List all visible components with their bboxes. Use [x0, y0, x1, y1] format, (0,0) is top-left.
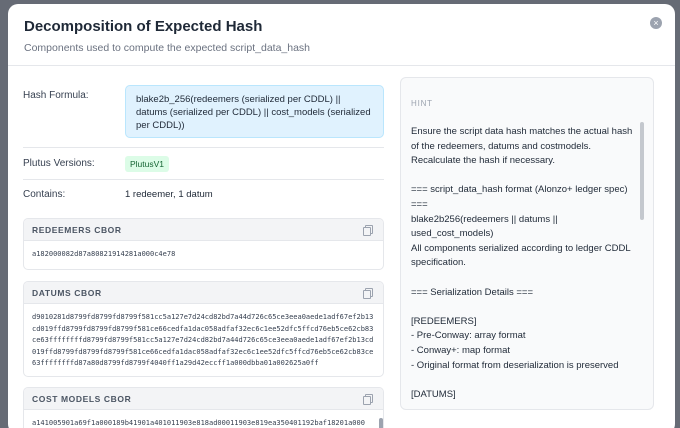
- hint-line: [REDEEMERS]: [411, 315, 477, 327]
- cost-models-cbor-title: COST MODELS CBOR: [32, 394, 132, 404]
- hint-line: [411, 169, 637, 184]
- divider: [23, 147, 384, 148]
- contains-value: 1 redeemer, 1 datum: [125, 189, 213, 200]
- cost-models-cbor-section: COST MODELS CBOR a141005901a69f1a000189b…: [23, 387, 384, 428]
- redeemers-cbor-section: REDEEMERS CBOR a182000082d87a80821914281…: [23, 218, 384, 270]
- modal-title: Decomposition of Expected Hash: [24, 18, 263, 35]
- hint-line: - Pre-Conway: array format: [411, 330, 526, 342]
- hint-body: Ensure the script data hash matches the …: [411, 125, 637, 402]
- hash-formula-value: blake2b_256(redeemers (serialized per CD…: [125, 85, 384, 138]
- hint-line: === script_data_hash format (Alonzo+ led…: [411, 184, 628, 210]
- hint-title: HINT: [411, 99, 433, 108]
- hash-formula-label: Hash Formula:: [23, 90, 89, 101]
- modal-subtitle: Components used to compute the expected …: [24, 42, 311, 54]
- datums-cbor-title: DATUMS CBOR: [32, 288, 102, 298]
- copy-icon[interactable]: [363, 225, 373, 236]
- hint-scrollbar[interactable]: [640, 122, 644, 220]
- section-header: DATUMS CBOR: [24, 282, 383, 304]
- hint-line: [411, 373, 637, 388]
- copy-icon[interactable]: [363, 288, 373, 299]
- hint-line: === Serialization Details ===: [411, 286, 533, 298]
- hint-line: All components serialized according to l…: [411, 242, 631, 269]
- hint-line: - Conway+: map format: [411, 344, 510, 356]
- hint-line: blake2b256(redeemers || datums || used_c…: [411, 213, 558, 240]
- cost-models-cbor-value: a141005901a69f1a000189b41901a401011903e8…: [32, 419, 365, 427]
- hint-line: [411, 300, 637, 315]
- hint-line: [411, 271, 637, 286]
- hint-panel: HINT Ensure the script data hash matches…: [400, 77, 654, 410]
- redeemers-cbor-value: a182000082d87a80821914281a000c4e78: [32, 250, 176, 258]
- hint-line: [DATUMS]: [411, 388, 456, 400]
- hint-line: Ensure the script data hash matches the …: [411, 126, 633, 167]
- hint-line: - Original format from deserialization i…: [411, 359, 619, 371]
- section-header: COST MODELS CBOR: [24, 388, 383, 410]
- datums-cbor-value: d9010281d8799fd8799fd8799f581cc5a127e7d2…: [32, 313, 374, 367]
- modal-header: Decomposition of Expected Hash Component…: [8, 4, 675, 66]
- redeemers-cbor-title: REDEEMERS CBOR: [32, 225, 122, 235]
- plutus-version-badge: PlutusV1: [125, 156, 170, 172]
- plutus-versions-label: Plutus Versions:: [23, 158, 95, 169]
- divider: [23, 179, 384, 180]
- cost-models-scrollbar[interactable]: [379, 418, 383, 428]
- close-icon[interactable]: ×: [650, 17, 662, 29]
- decomposition-modal: Decomposition of Expected Hash Component…: [8, 4, 675, 428]
- copy-icon[interactable]: [363, 394, 373, 405]
- contains-label: Contains:: [23, 189, 66, 200]
- datums-cbor-section: DATUMS CBOR d9010281d8799fd8799fd8799f58…: [23, 281, 384, 377]
- section-header: REDEEMERS CBOR: [24, 219, 383, 241]
